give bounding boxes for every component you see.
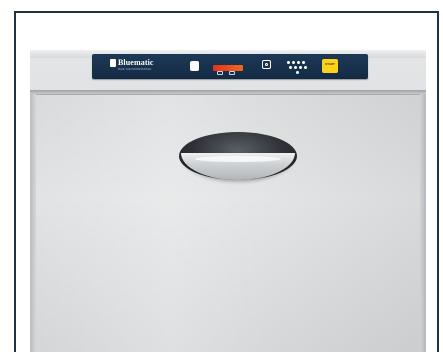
program-dot bbox=[294, 66, 297, 69]
display-indicators bbox=[217, 71, 235, 75]
wash-indicator-icon bbox=[217, 71, 223, 75]
program-dot bbox=[292, 61, 295, 64]
brand-mark-icon bbox=[110, 59, 116, 67]
dishwasher: Bluematic BLUE THE PROFESSIONAL START bbox=[30, 50, 426, 352]
start-label: START bbox=[325, 62, 335, 66]
brand-tagline: BLUE THE PROFESSIONAL bbox=[118, 68, 152, 71]
door-handle bbox=[179, 132, 297, 180]
start-button: START bbox=[322, 59, 338, 73]
brand-name: Bluematic bbox=[118, 58, 154, 67]
program-dot bbox=[297, 61, 300, 64]
dishwasher-door bbox=[36, 94, 420, 352]
side-panel-right bbox=[420, 90, 426, 352]
power-button-icon bbox=[190, 61, 199, 71]
handle-highlight bbox=[195, 156, 281, 162]
program-dot bbox=[302, 61, 305, 64]
image-frame: Bluematic BLUE THE PROFESSIONAL START bbox=[14, 11, 439, 352]
program-dot bbox=[304, 66, 307, 69]
rinse-indicator-icon bbox=[229, 71, 235, 75]
program-selector-icon bbox=[287, 61, 309, 75]
program-dot bbox=[296, 71, 299, 74]
program-dot bbox=[289, 66, 292, 69]
program-dot bbox=[299, 66, 302, 69]
timer-icon bbox=[262, 60, 271, 69]
brand-logo: Bluematic bbox=[110, 59, 154, 67]
program-dot bbox=[287, 61, 290, 64]
control-panel: Bluematic BLUE THE PROFESSIONAL START bbox=[92, 54, 368, 79]
